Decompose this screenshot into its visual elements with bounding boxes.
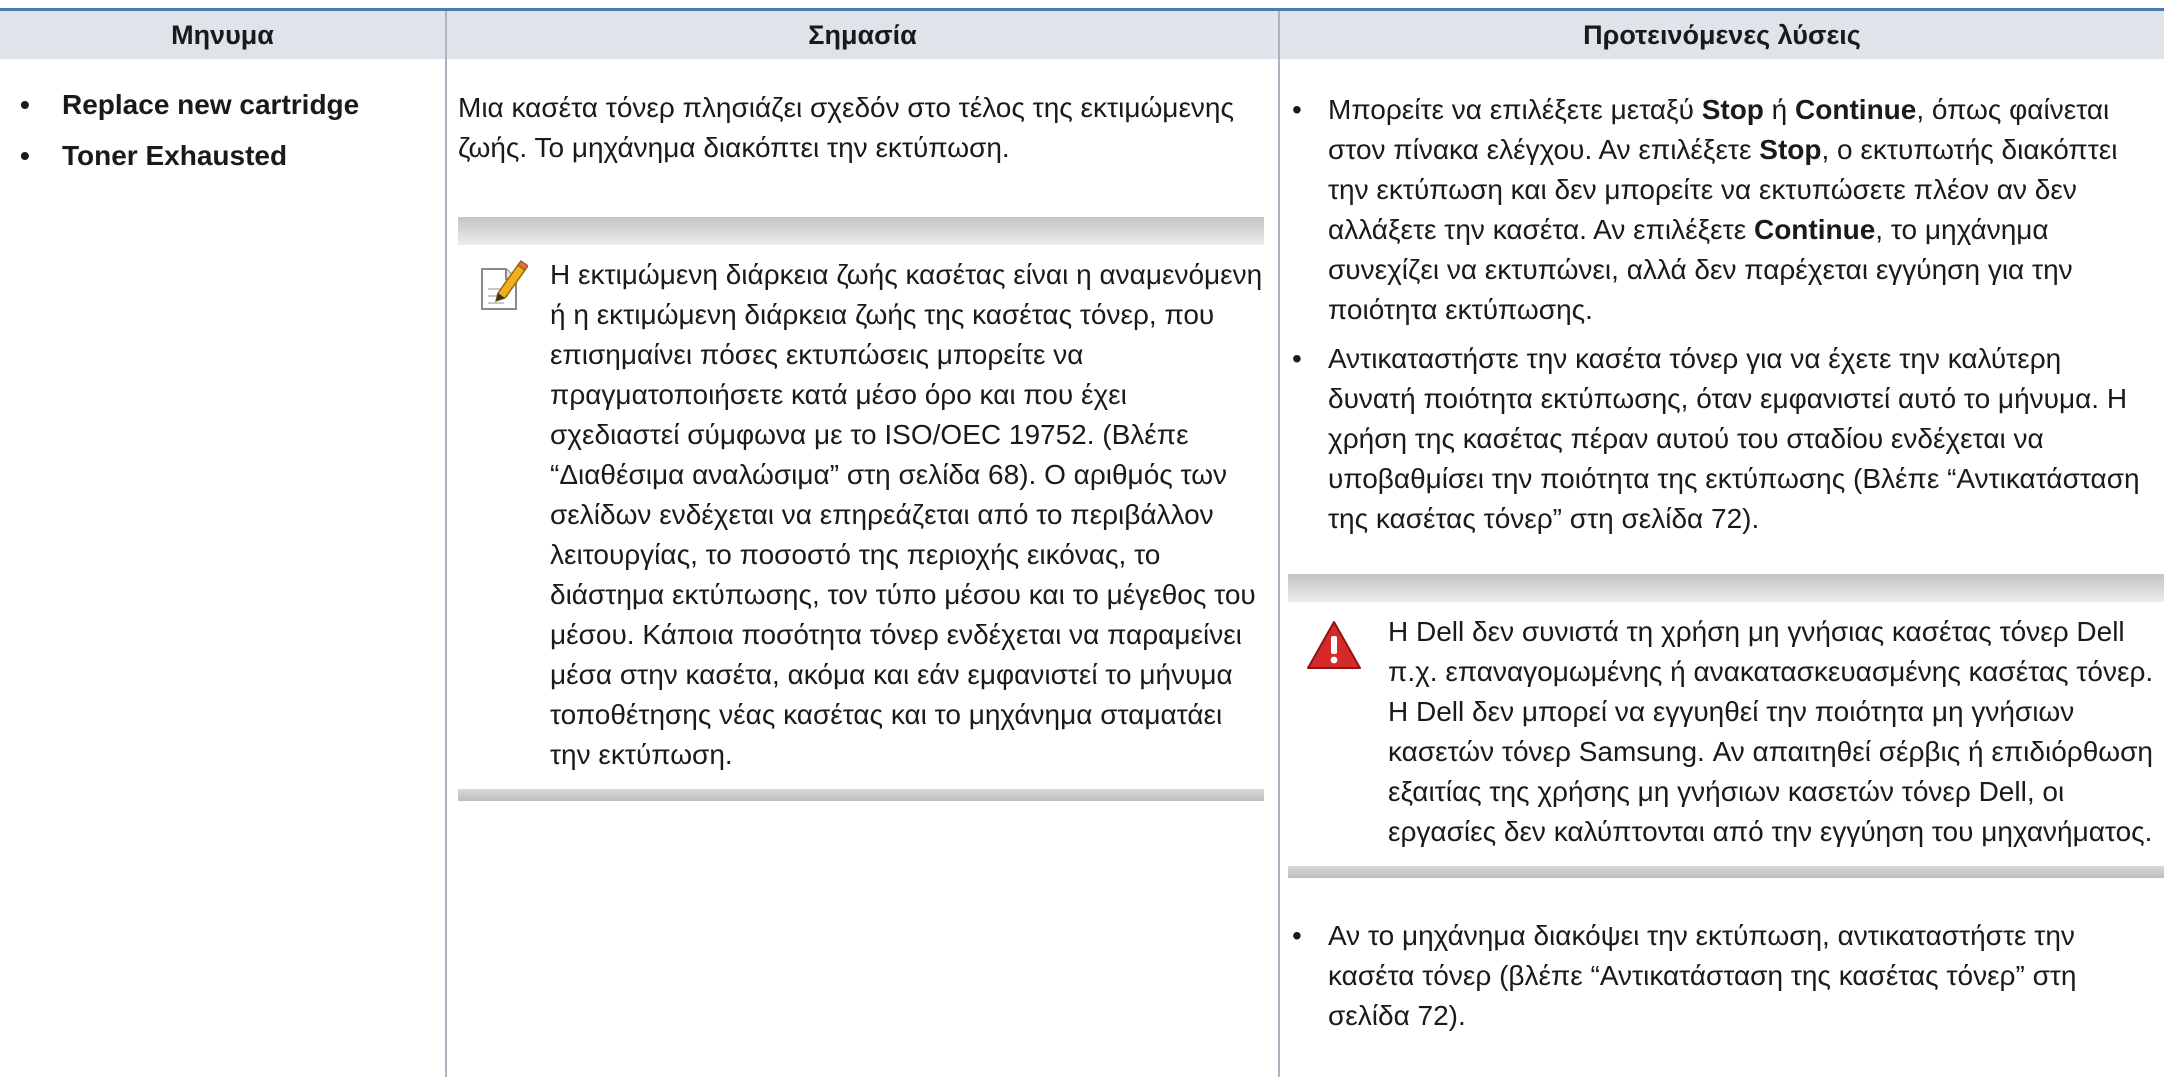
continue-label: Continue — [1795, 94, 1917, 125]
header-meaning: Σημασία — [447, 11, 1280, 59]
header-message: Μηνυμα — [0, 11, 447, 59]
solutions-list-continued: Αν το μηχάνημα διακόψει την εκτύπωση, αν… — [1292, 916, 2154, 1036]
warning-bar-top — [1288, 574, 2164, 602]
warning-text: Η Dell δεν συνιστά τη χρήση μη γνήσιας κ… — [1388, 616, 2154, 847]
note-pencil-icon — [478, 259, 530, 318]
header-solutions: Προτεινόμενες λύσεις — [1583, 19, 1861, 50]
message-column: Replace new cartridge Toner Exhausted — [0, 88, 440, 190]
solutions-list: Μπορείτε να επιλέξετε μεταξύ Stop ή Cont… — [1292, 90, 2154, 539]
solution-item: Αν το μηχάνημα διακόψει την εκτύπωση, αν… — [1292, 916, 2154, 1036]
note-bar-top — [458, 217, 1264, 245]
note-bar-bottom — [458, 789, 1264, 801]
note-box: Η εκτιμώμενη διάρκεια ζωής κασέτας είναι… — [458, 217, 1264, 801]
stop-label: Stop — [1701, 94, 1764, 125]
table-header: Μηνυμα Σημασία Προτεινόμενες λύσεις — [0, 8, 2164, 59]
solution-item: Αντικαταστήστε την κασέτα τόνερ για να έ… — [1292, 339, 2154, 539]
solutions-column-continued: Αν το μηχάνημα διακόψει την εκτύπωση, αν… — [1292, 916, 2154, 1045]
solutions-column: Μπορείτε να επιλέξετε μεταξύ Stop ή Cont… — [1292, 90, 2154, 548]
warning-bar-bottom — [1288, 866, 2164, 878]
solution-item: Μπορείτε να επιλέξετε μεταξύ Stop ή Cont… — [1292, 90, 2154, 330]
message-item: Toner Exhausted — [0, 139, 440, 173]
document-page: Μηνυμα Σημασία Προτεινόμενες λύσεις Repl… — [0, 0, 2164, 1077]
message-list: Replace new cartridge Toner Exhausted — [0, 88, 440, 173]
warning-box: Η Dell δεν συνιστά τη χρήση μη γνήσιας κ… — [1288, 574, 2164, 878]
meaning-column: Μια κασέτα τόνερ πλησιάζει σχεδόν στο τέ… — [458, 88, 1268, 168]
column-divider — [1278, 59, 1280, 1077]
stop-label: Stop — [1759, 134, 1822, 165]
warning-icon — [1306, 620, 1362, 675]
message-item: Replace new cartridge — [0, 88, 440, 122]
continue-label: Continue — [1753, 214, 1876, 245]
column-divider — [445, 59, 447, 1077]
meaning-text: Μια κασέτα τόνερ πλησιάζει σχεδόν στο τέ… — [458, 92, 1234, 163]
note-text: Η εκτιμώμενη διάρκεια ζωής κασέτας είναι… — [550, 259, 1263, 770]
